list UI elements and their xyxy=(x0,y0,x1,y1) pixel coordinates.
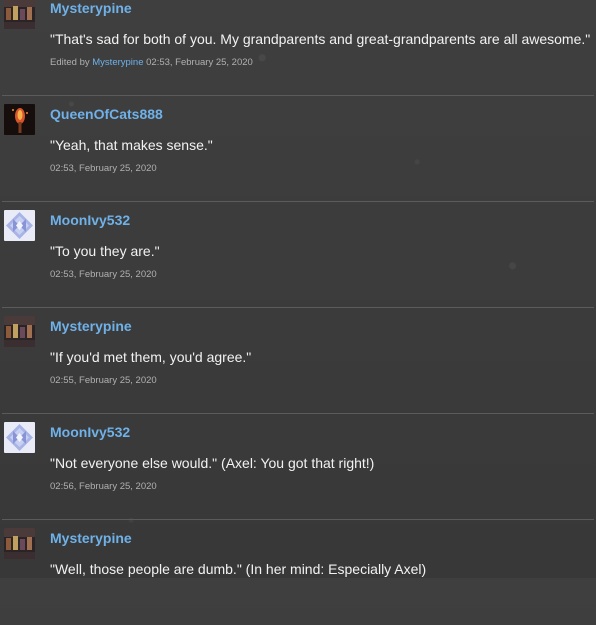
comment-text: "If you'd met them, you'd agree." xyxy=(50,349,252,365)
moonivy-avatar-icon[interactable] xyxy=(4,210,35,241)
comment-meta: Edited by Mysterypine 02:53, February 25… xyxy=(50,57,253,68)
comment-item: Mysterypine "If you'd met them, you'd ag… xyxy=(2,308,594,414)
comment-timestamp[interactable]: 02:56, February 25, 2020 xyxy=(50,481,157,492)
comment-item: Mysterypine "Well, those people are dumb… xyxy=(2,520,594,625)
comment-timestamp[interactable]: 02:53, February 25, 2020 xyxy=(50,269,157,280)
mysterypine-avatar-icon[interactable] xyxy=(4,316,35,347)
comment-text: "Not everyone else would." (Axel: You go… xyxy=(50,455,375,471)
comment-timestamp[interactable]: 02:53, February 25, 2020 xyxy=(50,163,157,174)
comment-meta: 02:53, February 25, 2020 xyxy=(50,163,157,174)
comment-meta: 02:53, February 25, 2020 xyxy=(50,269,157,280)
comment-feed: Mysterypine "That's sad for both of you.… xyxy=(0,0,596,625)
comment-item: MoonIvy532 "To you they are." 02:53, Feb… xyxy=(2,202,594,308)
comment-text: "To you they are." xyxy=(50,243,160,259)
comment-meta: 02:56, February 25, 2020 xyxy=(50,481,157,492)
comment-item: QueenOfCats888 "Yeah, that makes sense."… xyxy=(2,96,594,202)
edited-by-link[interactable]: Mysterypine xyxy=(92,57,143,68)
comment-timestamp[interactable]: 02:55, February 25, 2020 xyxy=(50,375,157,386)
comment-text: "That's sad for both of you. My grandpar… xyxy=(50,31,591,47)
edited-prefix: Edited by xyxy=(50,57,90,68)
comment-author[interactable]: Mysterypine xyxy=(50,318,132,334)
comment-author[interactable]: Mysterypine xyxy=(50,0,132,16)
queenofcats-avatar-icon[interactable] xyxy=(4,104,35,135)
comment-text: "Yeah, that makes sense." xyxy=(50,137,213,153)
comment-meta: 02:55, February 25, 2020 xyxy=(50,375,157,386)
comment-item: MoonIvy532 "Not everyone else would." (A… xyxy=(2,414,594,520)
mysterypine-avatar-icon[interactable] xyxy=(4,528,35,559)
mysterypine-avatar-icon[interactable] xyxy=(4,0,35,29)
comment-timestamp[interactable]: 02:53, February 25, 2020 xyxy=(146,57,253,68)
comment-text: "Well, those people are dumb." (In her m… xyxy=(50,561,427,577)
comment-item: Mysterypine "That's sad for both of you.… xyxy=(2,0,594,96)
moonivy-avatar-icon[interactable] xyxy=(4,422,35,453)
comment-author[interactable]: MoonIvy532 xyxy=(50,424,130,440)
comment-author[interactable]: MoonIvy532 xyxy=(50,212,130,228)
comment-author[interactable]: QueenOfCats888 xyxy=(50,106,163,122)
comment-author[interactable]: Mysterypine xyxy=(50,530,132,546)
